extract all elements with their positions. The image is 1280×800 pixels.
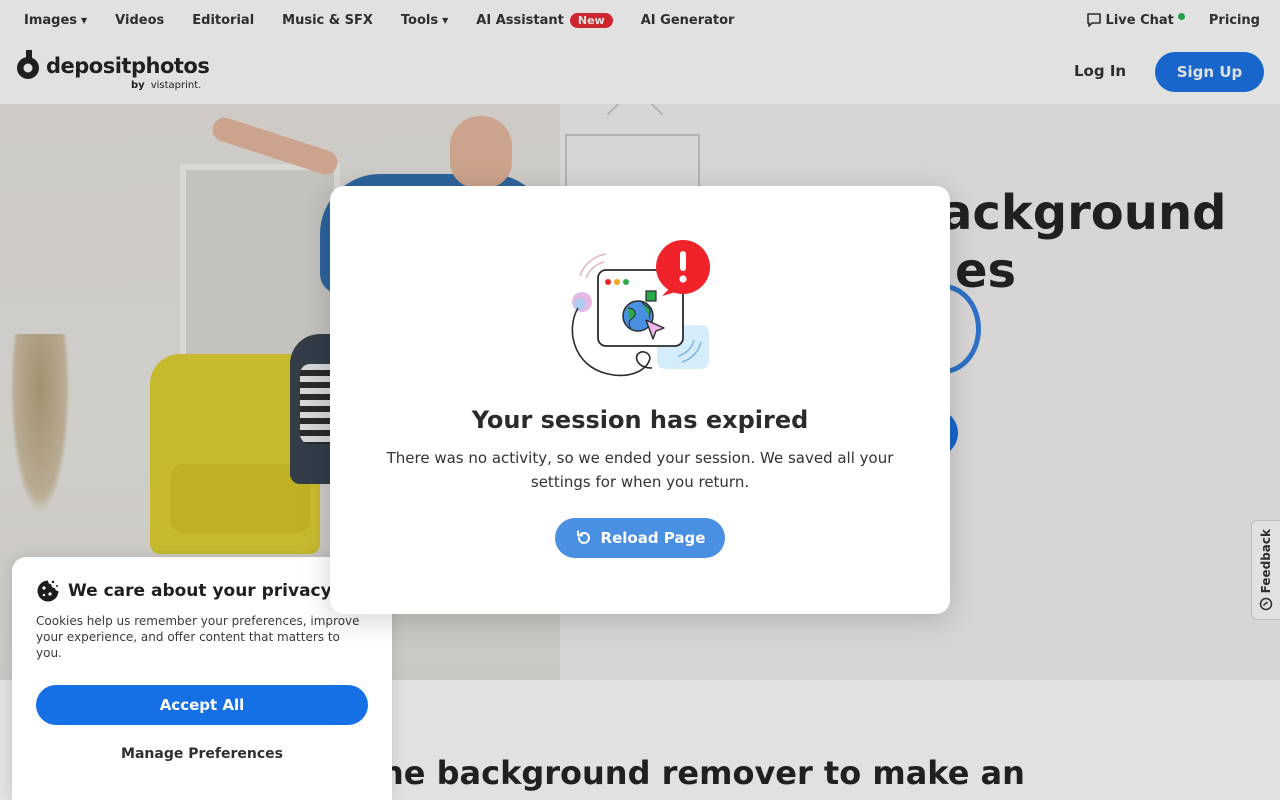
modal-message: There was no activity, so we ended your … (386, 449, 894, 491)
modal-title: Your session has expired (471, 406, 809, 434)
reload-button-label: Reload Page (600, 529, 706, 547)
reload-page-button[interactable]: Reload Page (555, 518, 725, 558)
manage-preferences-button[interactable]: Manage Preferences (36, 737, 368, 771)
reload-icon (575, 529, 593, 547)
cookie-icon (37, 580, 59, 602)
session-expired-modal: Your session has expired There was no ac… (330, 186, 950, 614)
privacy-text: Cookies help us remember your preference… (36, 614, 360, 660)
session-expired-illustration (571, 240, 710, 377)
privacy-title-row: We care about your privacy (36, 579, 368, 603)
privacy-title: We care about your privacy (68, 581, 332, 601)
accept-all-button[interactable]: Accept All (36, 685, 368, 725)
